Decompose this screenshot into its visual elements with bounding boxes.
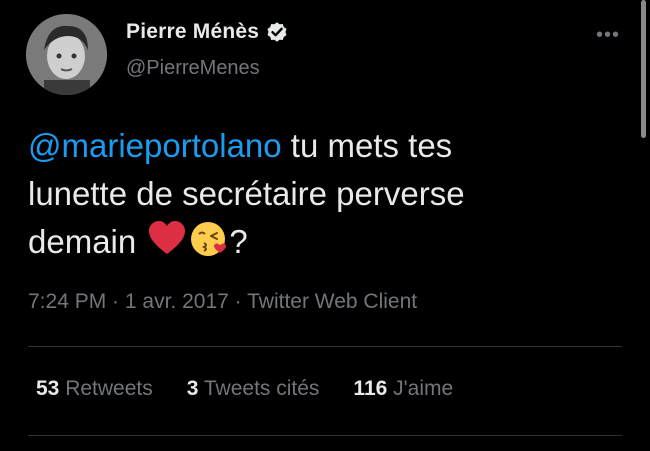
verified-badge-icon [265, 20, 289, 44]
avatar-photo [26, 14, 107, 95]
author-handle[interactable]: @PierreMenes [126, 57, 260, 80]
tweet-text-line2: lunette de secrétaire perverse [28, 175, 465, 212]
quote-tweets-stat[interactable]: 3 Tweets cités [187, 377, 320, 401]
likes-count: 116 [353, 377, 388, 400]
likes-label: J'aime [387, 377, 454, 400]
meta-separator: · [228, 290, 248, 313]
face-blowing-kiss-icon [189, 219, 229, 259]
more-options-icon[interactable]: ••• [596, 24, 620, 47]
tweet-meta: 7:24 PM · 1 avr. 2017 · Twitter Web Clie… [28, 290, 417, 314]
quotes-count: 3 [186, 377, 199, 400]
divider [28, 346, 622, 347]
author-display-name[interactable]: Pierre Ménès [126, 20, 259, 44]
tweet-date[interactable]: 1 avr. 2017 [125, 290, 229, 313]
avatar[interactable] [26, 14, 107, 95]
tweet-source[interactable]: Twitter Web Client [247, 290, 417, 313]
retweets-count: 53 [36, 377, 60, 400]
likes-stat[interactable]: 116 J'aime [353, 377, 453, 401]
tweet-text-line3: demain [28, 223, 146, 260]
tweet-stats: 53 Retweets 3 Tweets cités 116 J'aime [36, 377, 453, 401]
author-name-row[interactable]: Pierre Ménès [126, 20, 289, 44]
tweet-text-part1: tu mets tes [281, 127, 453, 164]
tweet-text: @marieportolano tu mets tes lunette de s… [28, 122, 618, 266]
mention-link[interactable]: @marieportolano [28, 127, 282, 164]
red-heart-icon [147, 219, 187, 259]
meta-separator: · [106, 290, 125, 313]
retweets-label: Retweets [59, 377, 153, 400]
tweet-text-end: ? [229, 223, 248, 260]
tweet-time[interactable]: 7:24 PM [28, 290, 106, 313]
quotes-label: Tweets cités [198, 377, 320, 400]
divider [28, 435, 622, 436]
scrollbar-thumb[interactable] [641, 0, 646, 138]
retweets-stat[interactable]: 53 Retweets [36, 377, 153, 401]
